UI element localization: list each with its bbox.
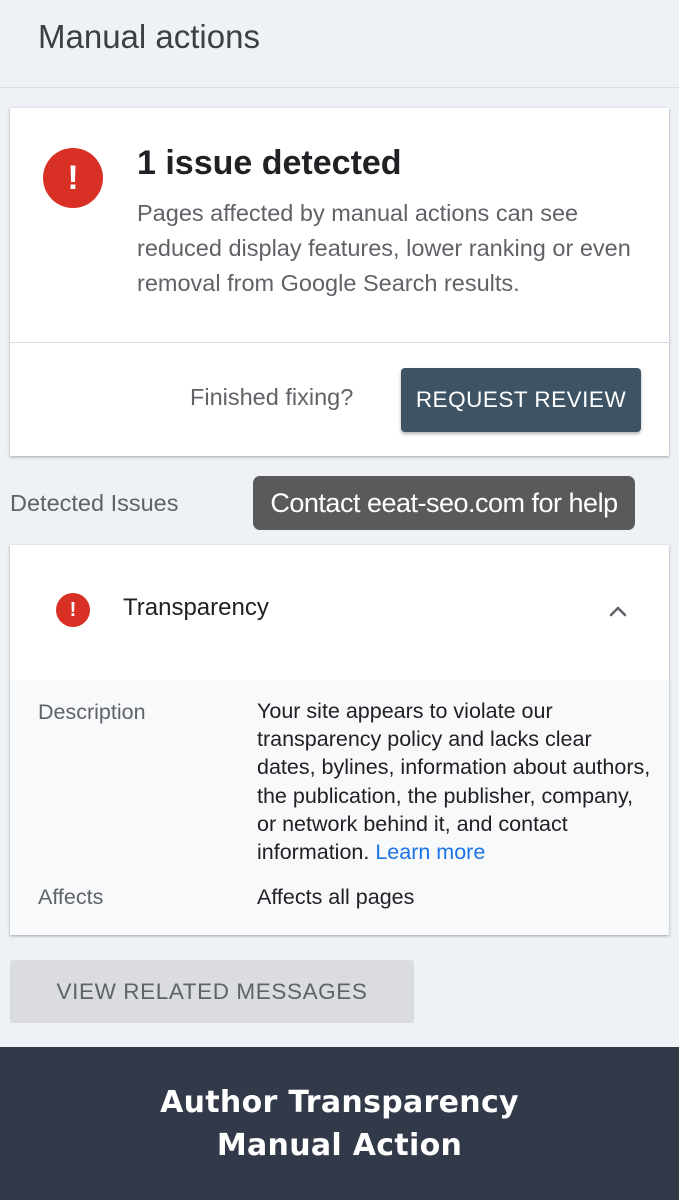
- description-label: Description: [38, 700, 146, 724]
- issue-details: Description Your site appears to violate…: [10, 680, 669, 935]
- affects-value: Affects all pages: [257, 885, 415, 909]
- issue-header[interactable]: ! Transparency: [10, 545, 669, 680]
- error-icon: !: [56, 593, 90, 627]
- footer-title-line-1: Author Transparency: [160, 1084, 519, 1120]
- detected-issues-label: Detected Issues: [10, 490, 179, 516]
- description-value: Your site appears to violate our transpa…: [257, 697, 652, 866]
- request-review-button[interactable]: REQUEST REVIEW: [401, 368, 641, 432]
- issue-summary-card: ! 1 issue detected Pages affected by man…: [10, 108, 669, 456]
- chevron-up-icon[interactable]: [608, 601, 628, 621]
- footer-title-line-2: Manual Action: [216, 1127, 463, 1163]
- finished-fixing-label: Finished fixing?: [190, 384, 354, 410]
- footer-banner: Author Transparency Manual Action: [0, 1047, 679, 1200]
- top-bar: Manual actions: [0, 0, 679, 88]
- error-icon: !: [43, 148, 103, 208]
- issue-count-title: 1 issue detected: [137, 144, 402, 182]
- view-related-messages-button[interactable]: VIEW RELATED MESSAGES: [10, 960, 414, 1023]
- issue-summary-description: Pages affected by manual actions can see…: [137, 200, 631, 296]
- page-title: Manual actions: [38, 18, 260, 55]
- learn-more-link[interactable]: Learn more: [375, 840, 485, 864]
- card-divider: [10, 342, 669, 343]
- issue-card-transparency: ! Transparency Description Your site app…: [10, 545, 669, 935]
- promo-overlay-label: Contact eeat-seo.com for help: [253, 476, 635, 530]
- affects-label: Affects: [38, 885, 104, 909]
- issue-name: Transparency: [123, 594, 269, 621]
